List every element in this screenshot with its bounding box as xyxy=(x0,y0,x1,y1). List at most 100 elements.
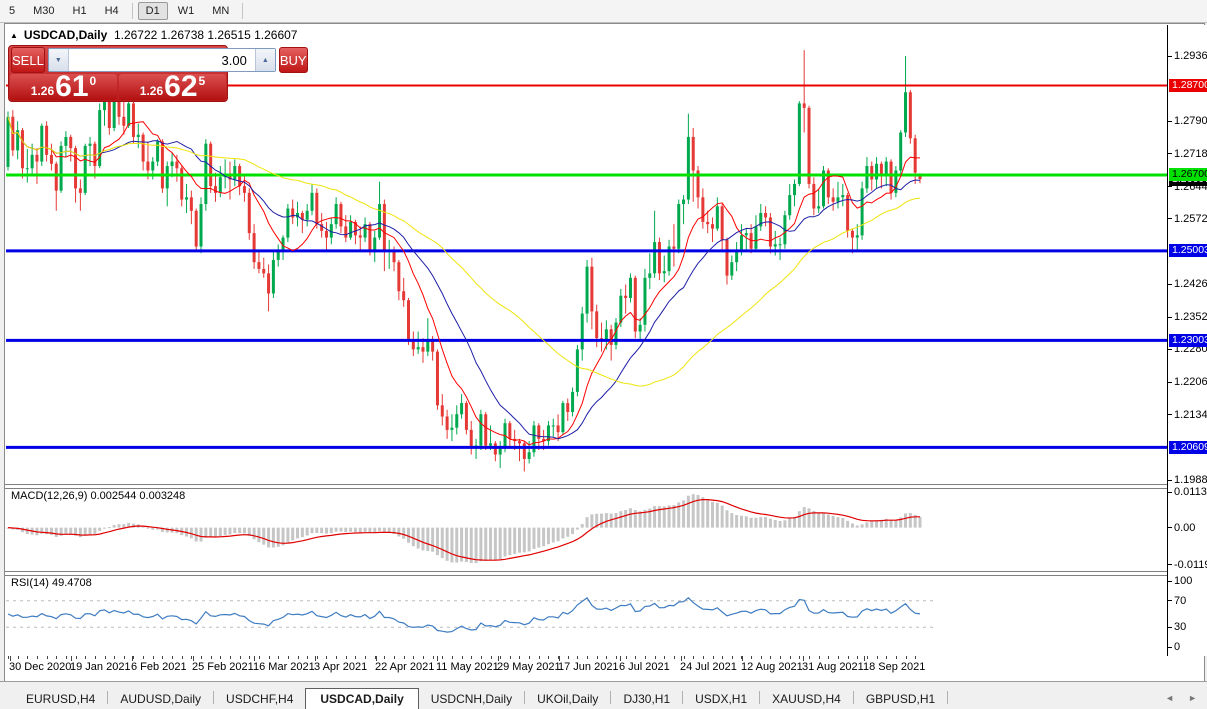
time-minor-tick xyxy=(509,656,511,659)
buy-price-box[interactable]: 1.26 62 5 xyxy=(119,74,226,100)
time-minor-tick xyxy=(529,656,531,659)
time-minor-tick xyxy=(876,656,878,659)
tab-usdcad-daily[interactable]: USDCAD,Daily xyxy=(305,688,419,709)
hline-price-label: 1.20609 xyxy=(1169,440,1207,454)
timeframe-button-H4[interactable]: H4 xyxy=(97,2,127,20)
timeframe-button-MN[interactable]: MN xyxy=(204,2,237,20)
tab-usdcnh-daily[interactable]: USDCNH,Daily xyxy=(419,689,524,709)
axis-tick-mark xyxy=(1168,646,1172,648)
axis-tick-mark xyxy=(1168,283,1172,285)
time-minor-tick xyxy=(480,656,482,659)
date-label: 25 Feb 2021 xyxy=(192,661,254,673)
time-minor-tick xyxy=(905,656,907,659)
timeframe-button-5[interactable]: 5 xyxy=(1,2,23,20)
tab-gbpusd-h1[interactable]: GBPUSD,H1 xyxy=(854,689,947,709)
sell-price-box[interactable]: 1.26 61 0 xyxy=(10,74,117,100)
timeframe-button-W1[interactable]: W1 xyxy=(170,2,203,20)
time-minor-tick xyxy=(413,656,415,659)
time-minor-tick xyxy=(683,656,685,659)
time-minor-tick xyxy=(895,656,897,659)
date-label: 18 Sep 2021 xyxy=(863,661,926,673)
time-minor-tick xyxy=(143,656,145,659)
tab-xauusd-h4[interactable]: XAUUSD,H4 xyxy=(760,689,853,709)
hline-price-label: 1.26700 xyxy=(1169,168,1207,182)
time-minor-tick xyxy=(538,656,540,659)
chart-title: ▲ USDCAD,Daily 1.26722 1.26738 1.26515 1.… xyxy=(10,28,297,42)
price-axis[interactable]: 1.293601.279001.271801.264401.257201.242… xyxy=(1167,25,1207,656)
time-minor-tick xyxy=(422,656,424,659)
chart-ohlc-values: 1.26722 1.26738 1.26515 1.26607 xyxy=(113,28,298,42)
tab-usdx-h1[interactable]: USDX,H1 xyxy=(683,689,759,709)
buy-price-prefix: 1.26 xyxy=(139,84,164,98)
tab-eurusd-h4[interactable]: EURUSD,H4 xyxy=(14,689,107,709)
rsi-header: RSI(14) 49.4708 xyxy=(11,577,92,589)
scroll-right-icon[interactable]: ► xyxy=(1188,693,1197,703)
collapse-panel-icon[interactable]: ▲ xyxy=(10,31,18,40)
timeframe-button-H1[interactable]: H1 xyxy=(65,2,95,20)
time-minor-tick xyxy=(490,656,492,659)
date-label: 11 May 2021 xyxy=(436,661,499,673)
time-minor-tick xyxy=(384,656,386,659)
axis-tick-label: 1.29360 xyxy=(1174,50,1207,62)
time-minor-tick xyxy=(751,656,753,659)
date-label: 6 Jul 2021 xyxy=(619,661,670,673)
tab-dj30-h1[interactable]: DJ30,H1 xyxy=(611,689,682,709)
axis-tick-label: 100 xyxy=(1174,575,1193,587)
time-minor-tick xyxy=(104,656,106,659)
timeframe-button-D1[interactable]: D1 xyxy=(137,2,168,20)
time-minor-tick xyxy=(114,656,116,659)
time-minor-tick xyxy=(355,656,357,659)
buy-button[interactable]: BUY xyxy=(278,47,308,73)
buy-price-big: 62 xyxy=(164,74,198,100)
time-minor-tick xyxy=(46,656,48,659)
time-minor-tick xyxy=(307,656,309,659)
macd-header: MACD(12,26,9) 0.002544 0.003248 xyxy=(11,490,186,502)
time-minor-tick xyxy=(606,656,608,659)
sell-button[interactable]: SELL xyxy=(11,47,45,73)
chart-tab-bar: EURUSD,H4 AUDUSD,Daily USDCHF,H4 USDCAD,Dai… xyxy=(0,681,1207,709)
tab-audusd-daily[interactable]: AUDUSD,Daily xyxy=(108,689,213,709)
time-minor-tick xyxy=(596,656,598,659)
pane-splitter-macd[interactable] xyxy=(5,484,1167,489)
rsi-indicator-chart[interactable] xyxy=(6,574,1167,655)
time-minor-tick xyxy=(8,656,9,659)
sell-price-big: 61 xyxy=(55,74,89,100)
date-label: 16 Mar 2021 xyxy=(253,661,315,673)
buy-price-sup: 5 xyxy=(198,74,206,88)
volume-decrease-button[interactable]: ▼ xyxy=(48,49,69,71)
time-minor-tick xyxy=(123,656,125,659)
time-minor-tick xyxy=(220,656,222,659)
time-axis[interactable]: 30 Dec 2020 19 Jan 2021 6 Feb 2021 25 Feb 2… xyxy=(6,656,1167,679)
time-minor-tick xyxy=(770,656,772,659)
time-minor-tick xyxy=(818,656,820,659)
volume-input[interactable] xyxy=(68,49,255,71)
time-minor-tick xyxy=(616,656,617,659)
date-label: 3 Apr 2021 xyxy=(314,661,368,673)
time-minor-tick xyxy=(239,656,241,659)
axis-tick-label: 1.27900 xyxy=(1174,115,1207,128)
time-minor-tick xyxy=(673,656,675,659)
time-minor-tick xyxy=(210,656,212,659)
time-minor-tick xyxy=(828,656,830,659)
time-minor-tick xyxy=(27,656,29,659)
time-minor-tick xyxy=(316,656,318,659)
tab-usdchf-h4[interactable]: USDCHF,H4 xyxy=(214,689,305,709)
axis-tick-mark xyxy=(1168,580,1172,582)
pane-splitter-rsi[interactable] xyxy=(5,571,1167,576)
axis-tick-label: 0.01135 xyxy=(1174,486,1207,498)
time-minor-tick xyxy=(152,656,154,659)
time-minor-tick xyxy=(789,656,791,659)
one-click-trading-panel: SELL ▼ ▲ BUY 1.26 61 0 1.26 62 5 xyxy=(8,45,308,102)
time-minor-tick xyxy=(85,656,87,659)
time-minor-tick xyxy=(36,656,38,659)
time-minor-tick xyxy=(297,656,299,659)
time-minor-tick xyxy=(336,656,338,659)
time-minor-tick xyxy=(432,656,434,659)
time-minor-tick xyxy=(857,656,859,659)
volume-increase-button[interactable]: ▲ xyxy=(254,49,275,71)
timeframe-button-M30[interactable]: M30 xyxy=(25,2,62,20)
trading-platform-window: 5 M30 H1 H4 D1 W1 MN ▲ USDCAD,Daily 1.26722 1.2… xyxy=(0,0,1207,709)
tab-ukoil-daily[interactable]: UKOil,Daily xyxy=(525,689,610,709)
time-minor-tick xyxy=(17,656,19,659)
scroll-left-icon[interactable]: ◄ xyxy=(1165,693,1174,703)
